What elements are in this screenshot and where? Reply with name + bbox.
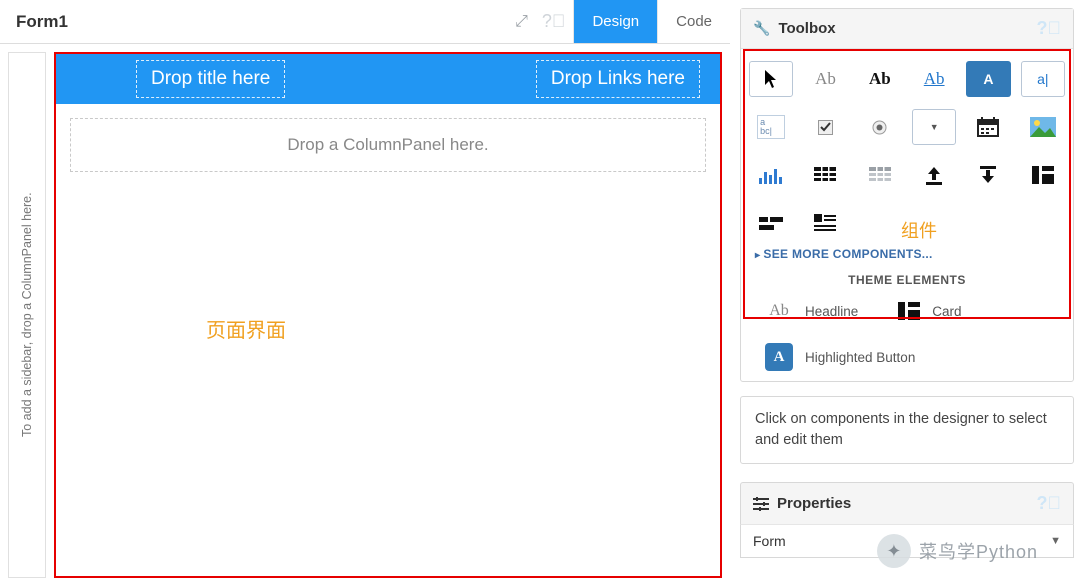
card-icon	[898, 302, 920, 320]
navbar-dropzone[interactable]: Drop title here Drop Links here	[56, 54, 720, 104]
tool-fileupload[interactable]	[912, 157, 956, 193]
tool-repeatingpanel[interactable]	[858, 157, 902, 193]
drop-links-slot[interactable]: Drop Links here	[536, 60, 700, 98]
drop-columnpanel-slot[interactable]: Drop a ColumnPanel here.	[70, 118, 706, 172]
annotation-page: 页面界面	[206, 314, 286, 343]
caret-down-icon: ▼	[1050, 535, 1061, 547]
watermark: ✦ 菜鸟学Python	[877, 534, 1038, 568]
properties-title: Properties	[777, 495, 851, 512]
tab-design[interactable]: Design	[573, 0, 657, 43]
tool-card-layout[interactable]	[1021, 157, 1065, 193]
form-title: Form1	[0, 12, 509, 32]
tool-checkbox[interactable]	[803, 109, 847, 145]
wechat-icon: ✦	[877, 534, 911, 568]
tab-code[interactable]: Code	[657, 0, 730, 43]
toolbox-panel: 🔧 Toolbox ?⃝ 组件 Ab Ab Ab A a|	[740, 8, 1074, 382]
theme-elements-heading: THEME ELEMENTS	[749, 273, 1065, 287]
tool-image[interactable]	[1021, 109, 1065, 145]
tool-bold-label[interactable]: Ab	[858, 61, 902, 97]
tool-pointer[interactable]	[749, 61, 793, 97]
help-icon[interactable]: ?⃝	[1037, 493, 1062, 514]
tool-empty	[966, 205, 1010, 241]
tool-download[interactable]	[966, 157, 1010, 193]
theme-highlighted-button[interactable]: A Highlighted Button	[765, 343, 915, 371]
tool-empty	[858, 205, 902, 241]
help-icon[interactable]: ?⃝	[534, 11, 574, 32]
tool-textarea[interactable]: abc|	[749, 109, 793, 145]
tool-button[interactable]: A	[966, 61, 1010, 97]
design-canvas[interactable]: Drop title here Drop Links here Drop a C…	[54, 52, 722, 578]
tool-dropdown[interactable]: ▼	[912, 109, 956, 145]
tool-datepicker[interactable]	[966, 109, 1010, 145]
sliders-icon	[753, 497, 769, 511]
toolbox-title: Toolbox	[778, 20, 835, 37]
headline-icon: Ab	[765, 297, 793, 325]
expand-icon[interactable]: ⤢	[509, 13, 534, 31]
sidebar-drop-hint[interactable]: To add a sidebar, drop a ColumnPanel her…	[8, 52, 46, 578]
tool-empty	[1021, 205, 1065, 241]
theme-card[interactable]: Card	[898, 302, 961, 320]
theme-headline[interactable]: Ab Headline	[765, 297, 858, 325]
tool-label[interactable]: Ab	[803, 61, 847, 97]
properties-panel-header[interactable]: Properties ?⃝	[740, 482, 1074, 524]
help-icon[interactable]: ?⃝	[1037, 18, 1062, 39]
tool-barchart[interactable]	[749, 157, 793, 193]
tool-richtext[interactable]	[803, 205, 847, 241]
tool-radio[interactable]	[858, 109, 902, 145]
wrench-icon: 🔧	[753, 20, 770, 37]
tool-datagrid[interactable]	[803, 157, 847, 193]
tool-flowpanel[interactable]	[749, 205, 793, 241]
see-more-components[interactable]: SEE MORE COMPONENTS...	[749, 241, 1065, 263]
tool-textbox[interactable]: a|	[1021, 61, 1065, 97]
drop-title-slot[interactable]: Drop title here	[136, 60, 285, 98]
tool-link[interactable]: Ab	[912, 61, 956, 97]
annotation-components: 组件	[901, 217, 937, 243]
highlighted-button-icon: A	[765, 343, 793, 371]
selection-hint: Click on components in the designer to s…	[740, 396, 1074, 464]
